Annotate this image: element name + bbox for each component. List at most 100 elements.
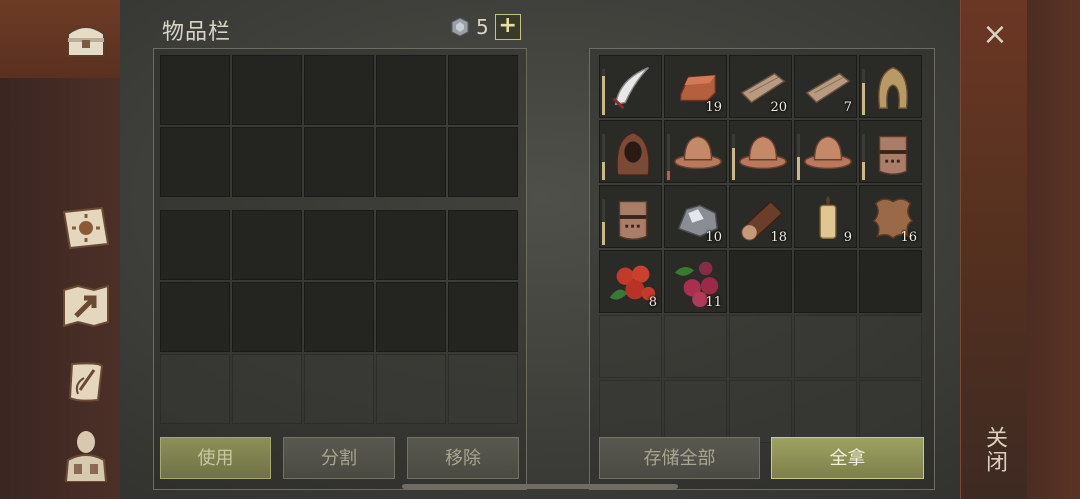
- currency-count: 5: [476, 15, 489, 39]
- inventory-slot[interactable]: [304, 282, 374, 352]
- durability-fill: [602, 75, 605, 115]
- scimitar-icon: [612, 67, 649, 110]
- storage-slot[interactable]: 10: [664, 185, 727, 248]
- durability-fill: [602, 161, 605, 180]
- storage-slot[interactable]: [599, 55, 662, 118]
- close-button[interactable]: 关闭: [982, 426, 1010, 474]
- locked-slot: [859, 315, 922, 378]
- inventory-slot[interactable]: [160, 127, 230, 197]
- inventory-slot[interactable]: [160, 55, 230, 125]
- locked-slot: [599, 315, 662, 378]
- storage-slot[interactable]: [599, 185, 662, 248]
- inventory-grid-top: [160, 55, 518, 197]
- storage-slot[interactable]: [859, 55, 922, 118]
- brown-hood-icon: [616, 131, 650, 176]
- storage-slot[interactable]: [794, 250, 857, 313]
- storage-slot[interactable]: [794, 120, 857, 183]
- map-icon[interactable]: [58, 278, 114, 334]
- inventory-slot[interactable]: [376, 55, 446, 125]
- storage-slot[interactable]: [729, 250, 792, 313]
- inventory-slot[interactable]: [304, 210, 374, 280]
- inventory-slot[interactable]: [448, 127, 518, 197]
- split-button[interactable]: 分割: [283, 437, 395, 479]
- store-all-button[interactable]: 存储全部: [599, 437, 760, 479]
- durability-bar: [862, 69, 865, 115]
- durability-fill: [732, 147, 735, 180]
- hood-helmet-icon: [878, 66, 908, 109]
- great-helm-icon: [878, 135, 908, 175]
- inventory-slot[interactable]: [448, 210, 518, 280]
- kettle-helmet-icon: [804, 135, 852, 170]
- durability-bar: [602, 134, 605, 180]
- kettle-helmet-icon: [739, 135, 787, 170]
- durability-fill: [862, 82, 865, 115]
- inventory-slot[interactable]: [376, 127, 446, 197]
- inventory-slot[interactable]: [160, 210, 230, 280]
- storage-slot[interactable]: [599, 120, 662, 183]
- right-panel-strip: [960, 0, 1080, 499]
- inventory-slot[interactable]: [232, 210, 302, 280]
- durability-fill: [667, 170, 670, 180]
- locked-slot: [448, 354, 518, 424]
- durability-fill: [602, 222, 605, 245]
- storage-slot[interactable]: [859, 250, 922, 313]
- storage-slot[interactable]: 19: [664, 55, 727, 118]
- item-quantity: 18: [770, 230, 787, 245]
- storage-slot[interactable]: [664, 120, 727, 183]
- inventory-grid-bottom: [160, 210, 518, 424]
- storage-slot[interactable]: 20: [729, 55, 792, 118]
- storage-slot[interactable]: 8: [599, 250, 662, 313]
- use-button[interactable]: 使用: [160, 437, 271, 479]
- durability-bar: [797, 134, 800, 180]
- item-quantity: 8: [648, 295, 657, 310]
- storage-slot[interactable]: 7: [794, 55, 857, 118]
- item-quantity: 7: [843, 100, 852, 115]
- storage-slot[interactable]: 16: [859, 185, 922, 248]
- durability-bar: [602, 199, 605, 245]
- inventory-slot[interactable]: [304, 127, 374, 197]
- inventory-slot[interactable]: [376, 282, 446, 352]
- item-quantity: 11: [705, 295, 722, 310]
- storage-slot[interactable]: 9: [794, 185, 857, 248]
- locked-slot: [160, 354, 230, 424]
- character-icon[interactable]: [58, 426, 114, 482]
- locked-slot: [232, 354, 302, 424]
- page-title: 物品栏: [162, 20, 232, 45]
- locked-slot: [599, 380, 662, 443]
- storage-slot[interactable]: 18: [729, 185, 792, 248]
- locked-slot: [859, 380, 922, 443]
- durability-bar: [602, 69, 605, 115]
- durability-fill: [862, 161, 865, 180]
- inventory-slot[interactable]: [304, 55, 374, 125]
- storage-slot[interactable]: 11: [664, 250, 727, 313]
- storage-slot[interactable]: [859, 120, 922, 183]
- locked-slot: [794, 380, 857, 443]
- storage-grid: 19 20 7 10 18 9 16 8 11: [599, 55, 922, 443]
- add-currency-button[interactable]: +: [494, 14, 521, 40]
- locked-slot: [729, 315, 792, 378]
- scroll-quill-icon[interactable]: [58, 354, 114, 410]
- storage-slot[interactable]: [729, 120, 792, 183]
- durability-fill: [797, 157, 800, 180]
- journal-sun-icon[interactable]: [58, 200, 114, 256]
- inventory-slot[interactable]: [232, 55, 302, 125]
- take-all-button[interactable]: 全拿: [771, 437, 924, 479]
- inventory-slot[interactable]: [160, 282, 230, 352]
- locked-slot: [664, 380, 727, 443]
- item-quantity: 9: [843, 230, 852, 245]
- remove-button[interactable]: 移除: [407, 437, 519, 479]
- locked-slot: [664, 315, 727, 378]
- inventory-slot[interactable]: [232, 127, 302, 197]
- inventory-slot[interactable]: [376, 210, 446, 280]
- locked-slot: [794, 315, 857, 378]
- close-icon[interactable]: ×: [978, 18, 1012, 52]
- durability-bar: [862, 134, 865, 180]
- currency-display: 5 +: [450, 14, 521, 40]
- durability-bar: [732, 134, 735, 180]
- inventory-slot[interactable]: [448, 282, 518, 352]
- chest-icon[interactable]: [58, 12, 114, 68]
- inventory-slot[interactable]: [448, 55, 518, 125]
- locked-slot: [304, 354, 374, 424]
- inventory-slot[interactable]: [232, 282, 302, 352]
- locked-slot: [376, 354, 446, 424]
